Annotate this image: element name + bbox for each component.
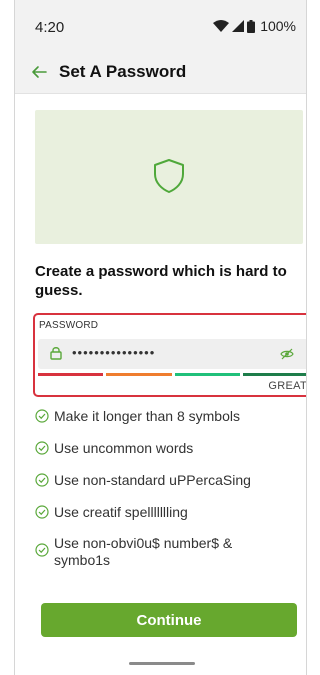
check-circle-icon [35, 441, 49, 455]
shield-icon [154, 159, 184, 193]
strength-segment [106, 373, 172, 376]
strength-segment [38, 373, 104, 376]
check-circle-icon [35, 543, 49, 557]
status-bar: 4:20 100% [15, 0, 306, 52]
strength-segment [242, 373, 306, 376]
page-headline: Create a password which is hard to guess… [35, 263, 287, 299]
continue-button[interactable]: Continue [41, 603, 297, 637]
back-button[interactable] [29, 62, 49, 82]
hero-illustration [35, 110, 303, 244]
home-indicator[interactable] [129, 662, 195, 665]
password-strength-meter [38, 373, 306, 376]
rule-item: Use non-obvi0u$ number$ & symbo1s [35, 535, 285, 569]
status-icons: 100% [213, 18, 296, 34]
battery-icon [247, 19, 256, 33]
phone-screen: 4:20 100% Set A Password Create a passwo… [14, 0, 307, 675]
back-arrow-icon [32, 66, 47, 78]
lock-icon [50, 347, 62, 360]
password-strength-label: GREAT [268, 380, 307, 392]
strength-segment [174, 373, 240, 376]
check-circle-icon [35, 505, 49, 519]
password-value: ••••••••••••••• [72, 345, 156, 360]
password-input[interactable]: ••••••••••••••• [38, 339, 306, 369]
check-circle-icon [35, 473, 49, 487]
rule-text: Use uncommon words [54, 440, 194, 456]
rule-item: Use uncommon words [35, 440, 193, 457]
rule-item: Use non-standard uPPercaSing [35, 472, 251, 489]
rule-item: Use creatif spellllllling [35, 504, 188, 521]
rule-text: Use non-standard uPPercaSing [54, 472, 251, 488]
rule-text: Use creatif spellllllling [54, 504, 188, 520]
rule-text: Make it longer than 8 symbols [54, 408, 240, 424]
password-field-container: PASSWORD ••••••••••••••• GREAT [33, 313, 307, 397]
status-time: 4:20 [35, 19, 65, 36]
rule-text: Use non-obvi0u$ number$ & symbo1s [54, 535, 233, 568]
check-circle-icon [35, 409, 49, 423]
rule-item: Make it longer than 8 symbols [35, 408, 240, 425]
wifi-icon [213, 20, 230, 32]
signal-icon [232, 20, 245, 32]
password-label: PASSWORD [39, 320, 99, 331]
eye-off-icon[interactable] [280, 348, 294, 360]
app-bar: Set A Password [15, 52, 306, 94]
battery-percent: 100% [260, 18, 296, 34]
page-title: Set A Password [59, 62, 187, 81]
